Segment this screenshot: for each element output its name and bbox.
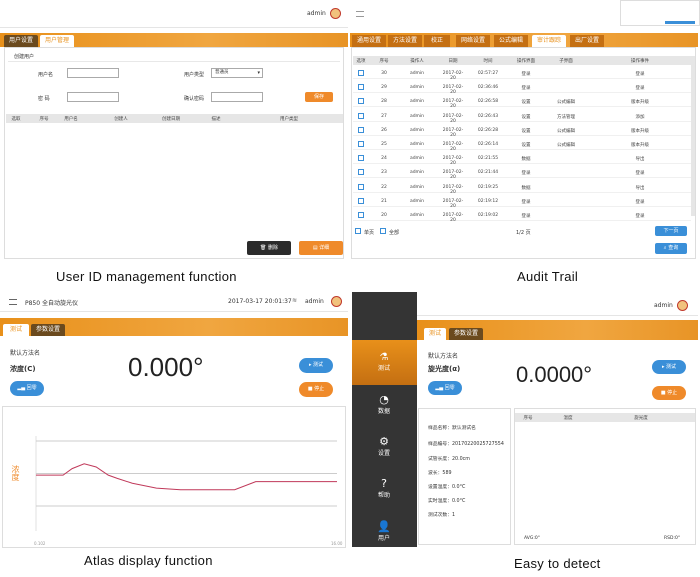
nav-test-label: 测试 — [377, 365, 390, 372]
play-icon: ▸ — [661, 364, 665, 370]
q4-rsd: RSD:0° — [664, 536, 681, 541]
q4-measure-type: 旋光度(α) — [428, 365, 461, 373]
nav-settings[interactable]: ⚙ 设置 — [358, 435, 410, 457]
info-sample-no: 样品编号：20170220025727554 — [428, 442, 504, 447]
nav-user[interactable]: 👤 用户 — [358, 520, 410, 542]
caption-detect: Easy to detect — [514, 556, 601, 571]
q4-avg: AVG:0° — [524, 536, 540, 541]
q4-stop-label: 停止 — [667, 390, 678, 396]
q3-x-end: 16.00 — [331, 541, 343, 546]
info-real-temp: 实时温度：0.0°C — [428, 499, 466, 504]
bar-chart-icon: ▂▄ — [435, 385, 444, 391]
rh-rotation: 旋光度 — [634, 416, 648, 421]
q4-reading: 0.0000° — [516, 362, 593, 387]
pie-chart-icon: ◔ — [379, 393, 389, 406]
q4-zero-button[interactable]: ▂▄ 回零 — [428, 381, 462, 395]
chart-series-line — [36, 463, 337, 491]
q4-test-button[interactable]: ▸ 测试 — [652, 360, 686, 374]
caption-atlas: Atlas display function — [84, 553, 213, 568]
info-tube-length: 试管长度：20.0cm — [428, 457, 470, 462]
nav-data[interactable]: ◔ 数据 — [358, 393, 410, 415]
nav-settings-label: 设置 — [377, 450, 390, 457]
info-sample-name: 样品名称：默认测试名 — [428, 426, 476, 431]
q4-tab-params[interactable]: 参数设置 — [449, 328, 483, 340]
q4-result-table — [514, 408, 696, 545]
q4-tab-test[interactable]: 测试 — [424, 328, 446, 340]
nav-user-label: 用户 — [377, 535, 390, 542]
nav-test[interactable]: ⚗ 测试 — [358, 352, 410, 372]
q4-method-name: 默认方法名 — [428, 353, 459, 360]
flask-icon: ⚗ — [379, 352, 389, 363]
info-test-count: 测试次数：1 — [428, 513, 456, 518]
help-icon: ? — [381, 477, 387, 490]
q4-sidebar — [352, 292, 417, 547]
nav-help-label: 帮助 — [377, 492, 390, 499]
info-wavelength: 波长：589 — [428, 471, 452, 476]
q4-result-header — [515, 413, 695, 422]
rh-no: 序号 — [523, 416, 533, 421]
q4-stop-button[interactable]: ■ 停止 — [652, 386, 686, 400]
q4-zero-label: 回零 — [444, 385, 455, 391]
q3-x-start: 0.102 — [34, 541, 46, 546]
gear-icon: ⚙ — [379, 435, 389, 448]
q4-username: admin — [654, 302, 673, 309]
q4-avatar[interactable] — [677, 300, 688, 311]
stop-icon: ■ — [660, 390, 666, 396]
info-set-temp: 设置温度：0.0°C — [428, 485, 466, 490]
nav-help[interactable]: ? 帮助 — [358, 477, 410, 499]
rh-temp: 温度 — [563, 416, 573, 421]
nav-data-label: 数据 — [377, 408, 390, 415]
q4-test-label: 测试 — [666, 364, 677, 370]
user-icon: 👤 — [377, 520, 391, 533]
